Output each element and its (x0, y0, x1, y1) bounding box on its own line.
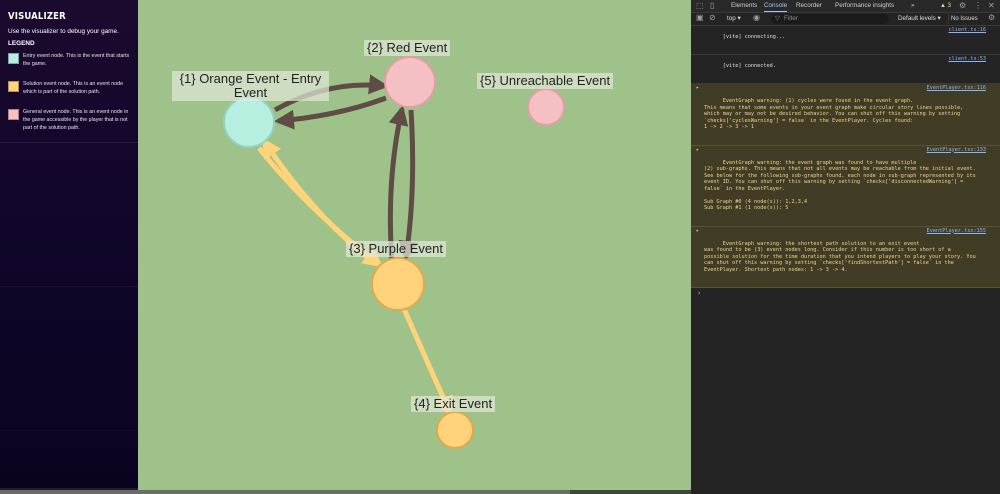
console-toolbar: ▣ ⊘ top ▾ ◉ ▽ Filter Default levels ▾ No… (691, 13, 1000, 26)
message-text: [vite] connected. (722, 62, 776, 69)
message-text: [vite] connecting... (722, 33, 786, 40)
general-swatch (8, 109, 19, 120)
node-2-general[interactable] (384, 56, 436, 108)
tab-performance-insights[interactable]: Performance insights (835, 0, 894, 12)
entry-swatch (8, 53, 19, 64)
node-label-1: {1} Orange Event - Entry Event (172, 71, 329, 101)
console-settings-icon[interactable]: ⚙ (988, 12, 995, 24)
sidebar-divider (0, 286, 138, 287)
filter-placeholder: Filter (784, 15, 798, 22)
console-warning: ▸ EventGraph warning: (1) cycles were fo… (691, 84, 1000, 146)
legend-item-general: General event node. This is an event nod… (8, 108, 136, 132)
visualizer-title: VISUALIZER (8, 11, 66, 22)
node-label-2: {2} Red Event (364, 40, 451, 56)
console-warning: ▸ EventGraph warning: the event graph wa… (691, 145, 1000, 227)
message-source-link[interactable]: client.ts:53 (949, 56, 986, 63)
node-label-4: {4} Exit Event (411, 396, 496, 412)
issues-button[interactable]: No Issues (948, 14, 980, 24)
warning-count-badge[interactable]: ▲ 3 (940, 0, 951, 12)
device-toggle-icon[interactable]: ▯ (710, 0, 714, 12)
tab-console[interactable]: Console (764, 0, 788, 12)
sidebar-divider (0, 430, 138, 431)
node-3-solution[interactable] (371, 257, 425, 311)
clear-console-icon[interactable]: ⊘ (709, 12, 716, 24)
legend-title: LEGEND (8, 40, 35, 47)
legend-item-entry: Entry event node. This is the event that… (8, 52, 136, 68)
edge-3-to-2 (387, 105, 409, 264)
warning-count: 3 (947, 3, 951, 9)
warning-text: EventGraph warning: the shortest path so… (704, 240, 976, 273)
event-graph-canvas[interactable]: {1} Orange Event - Entry Event {2} Red E… (138, 0, 691, 490)
log-levels-dropdown[interactable]: Default levels ▾ (898, 14, 941, 24)
node-label-5: {5} Unreachable Event (477, 73, 614, 89)
message-source-link[interactable]: client.ts:16 (949, 27, 986, 34)
console-filter-input[interactable]: ▽ Filter (771, 14, 889, 24)
tab-elements[interactable]: Elements (731, 0, 757, 12)
close-devtools-icon[interactable]: ✕ (988, 0, 995, 12)
visualizer-sidebar: VISUALIZER Use the visualizer to debug y… (0, 0, 138, 488)
expand-triangle-icon[interactable]: ▸ (696, 85, 699, 92)
legend-text-solution: Solution event node. This is an event no… (23, 81, 124, 95)
message-source-link[interactable]: EventPlayer.tsx:116 (927, 85, 986, 92)
message-source-link[interactable]: EventPlayer.tsx:133 (927, 147, 986, 154)
node-4-solution[interactable] (436, 411, 474, 449)
solution-swatch (8, 81, 19, 92)
console-warning: ▸ EventGraph warning: the shortest path … (691, 226, 1000, 288)
warning-text: EventGraph warning: (1) cycles were foun… (704, 98, 964, 130)
more-tabs-button[interactable]: » (911, 0, 915, 12)
live-expression-eye-icon[interactable]: ◉ (753, 12, 760, 24)
node-1-entry[interactable] (223, 96, 275, 148)
expand-triangle-icon[interactable]: ▸ (696, 147, 699, 154)
sidebar-divider (0, 142, 138, 143)
edge-2-to-3 (398, 109, 419, 261)
devtools-panel: ⬚ ▯ Elements Console Recorder Performanc… (691, 0, 1000, 494)
sidebar-toggle-icon[interactable]: ▣ (696, 12, 704, 24)
node-5-general[interactable] (527, 88, 565, 126)
filter-icon: ▽ (775, 15, 780, 22)
console-output: [vite] connecting... client.ts:16 [vite]… (691, 26, 1000, 297)
console-message: [vite] connected. client.ts:53 (691, 55, 1000, 84)
settings-gear-icon[interactable]: ⚙ (959, 0, 966, 12)
context-value: top (727, 15, 736, 22)
devtools-tabbar: ⬚ ▯ Elements Console Recorder Performanc… (691, 0, 1000, 13)
visualizer-intro: Use the visualizer to debug your game. (8, 28, 119, 35)
horizontal-scrollbar[interactable] (0, 490, 691, 494)
warning-text: EventGraph warning: the event graph was … (704, 159, 976, 212)
inspect-element-icon[interactable]: ⬚ (696, 0, 704, 12)
console-message: [vite] connecting... client.ts:16 (691, 26, 1000, 55)
scrollbar-thumb[interactable] (0, 490, 570, 494)
legend-item-solution: Solution event node. This is an event no… (8, 80, 136, 96)
context-selector[interactable]: top ▾ (727, 14, 741, 24)
expand-triangle-icon[interactable]: ▸ (696, 228, 699, 235)
message-source-link[interactable]: EventPlayer.tsx:155 (927, 228, 986, 235)
console-prompt[interactable]: › (691, 288, 1000, 297)
legend-text-general: General event node. This is an event nod… (23, 109, 129, 131)
legend-text-entry: Entry event node. This is the event that… (23, 53, 130, 67)
node-label-3: {3} Purple Event (346, 241, 446, 257)
tab-recorder[interactable]: Recorder (796, 0, 822, 12)
more-options-icon[interactable]: ⋮ (974, 0, 982, 12)
